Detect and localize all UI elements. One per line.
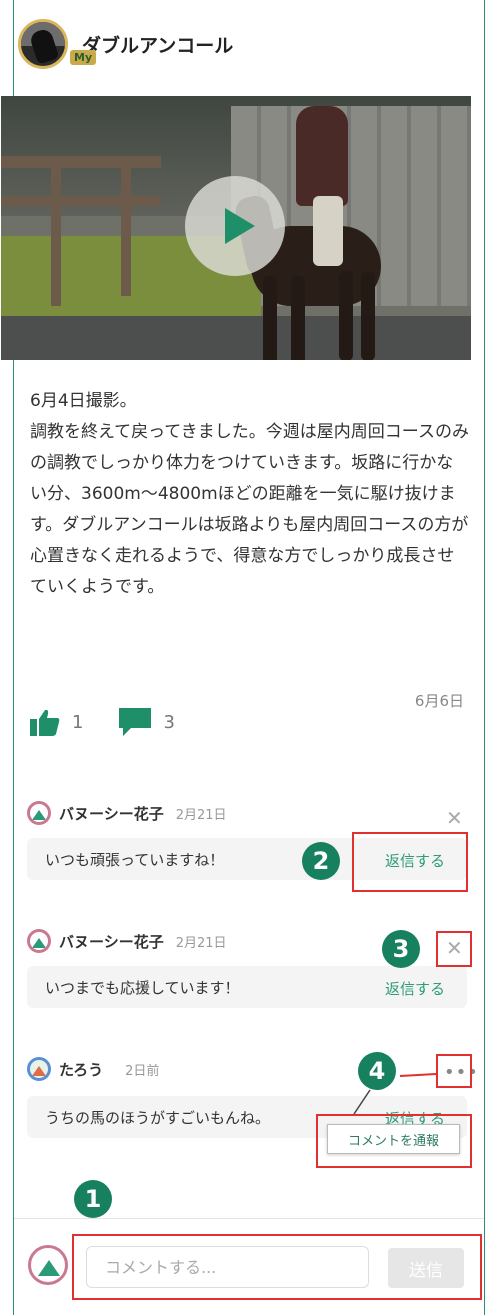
comment-time: 2日前 (125, 1063, 160, 1079)
user-avatar[interactable] (27, 1057, 51, 1081)
post-body: 調教を終えて戻ってきました。今週は屋内周回コースのみの調教でしっかり体力をつけて… (30, 422, 469, 597)
divider (14, 1218, 484, 1219)
marker-3: 3 (382, 930, 420, 968)
highlight-more (436, 1054, 472, 1088)
my-avatar[interactable] (28, 1245, 68, 1285)
marker-2: 2 (302, 842, 340, 880)
comment-text: いつまでも応援しています！ (45, 978, 240, 997)
comment-input[interactable] (86, 1246, 369, 1288)
close-icon[interactable]: ✕ (446, 806, 463, 830)
user-avatar[interactable] (27, 801, 51, 825)
marker-1: 1 (74, 1180, 112, 1218)
user-avatar[interactable] (27, 929, 51, 953)
video-player[interactable] (1, 96, 471, 360)
comment-text: うちの馬のほうがすごいもんね。 (45, 1108, 271, 1127)
send-button[interactable]: 送信 (388, 1248, 464, 1288)
thumbs-up-icon (30, 709, 60, 736)
like-count: 1 (72, 711, 84, 733)
post-stats: 1 3 (30, 708, 211, 736)
comment-button[interactable]: 3 (119, 708, 175, 736)
highlight-reply (352, 832, 468, 892)
horse-avatar[interactable] (18, 19, 68, 69)
like-button[interactable]: 1 (30, 708, 83, 736)
reply-button[interactable]: 返信する (385, 978, 445, 999)
post-text: 6月4日撮影。 調教を終えて戻ってきました。今週は屋内周回コースのみの調教でしっ… (30, 386, 470, 603)
comment-time: 2月21日 (175, 807, 227, 823)
horse-header[interactable]: My ダブルアンコール (18, 18, 233, 70)
comment-author[interactable]: たろう (59, 1059, 103, 1080)
comment-icon (119, 708, 152, 736)
post-date: 6月6日 (414, 692, 464, 710)
comment-author[interactable]: バヌーシー花子 (59, 931, 164, 952)
horse-name[interactable]: ダブルアンコール (82, 31, 233, 58)
comment-bubble: いつまでも応援しています！ 返信する (27, 966, 467, 1008)
post-caption: 6月4日撮影。 (30, 391, 137, 411)
comment-author[interactable]: バヌーシー花子 (59, 803, 164, 824)
comment-text: いつも頑張っていますね！ (45, 850, 225, 869)
my-badge: My (70, 50, 97, 65)
comment-count: 3 (163, 711, 175, 733)
marker-4: 4 (358, 1052, 396, 1090)
highlight-delete (436, 931, 472, 967)
comment-time: 2月21日 (175, 935, 227, 951)
highlight-report (316, 1114, 472, 1168)
play-button[interactable] (185, 176, 285, 276)
